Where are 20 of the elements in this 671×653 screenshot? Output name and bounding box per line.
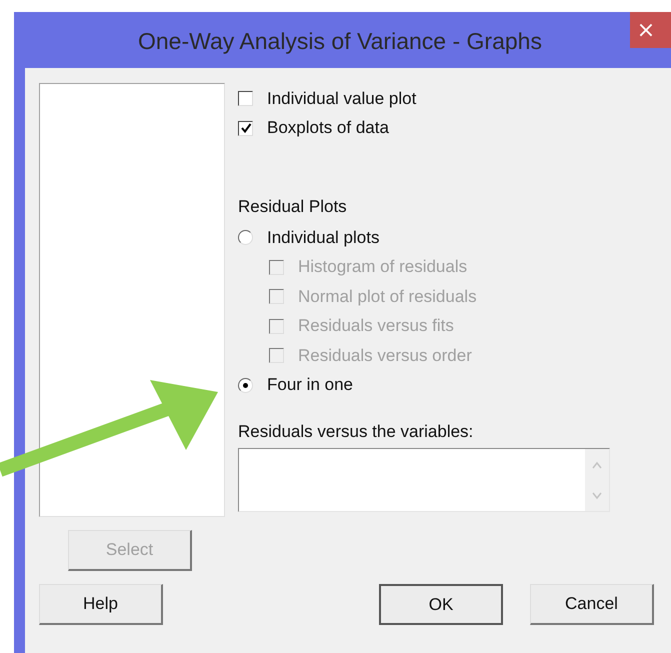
group-label: Residual Plots (238, 197, 348, 218)
radio-label: Individual plots (267, 228, 380, 248)
close-button[interactable]: × (630, 12, 671, 48)
checkbox-label: Boxplots of data (267, 118, 389, 138)
radio-button[interactable] (238, 230, 253, 246)
checkbox-label: Histogram of residuals (298, 257, 468, 278)
checkbox-label: Residuals versus fits (298, 316, 454, 336)
checkbox-label: Normal plot of residuals (298, 286, 477, 307)
dialog-button[interactable]: Help (39, 584, 163, 625)
checkbox[interactable] (238, 120, 253, 136)
radio-label: Four in one (267, 375, 353, 396)
window-title: One-Way Analysis of Variance - Graphs (138, 28, 542, 54)
radio-button[interactable] (238, 378, 253, 393)
dialog-button[interactable]: Cancel (530, 584, 654, 625)
checkbox-label: Residuals versus order (298, 346, 472, 366)
dialog-button[interactable]: OK (379, 584, 503, 625)
field-label: Residuals versus the variables: (238, 422, 474, 442)
checkbox-label: Individual value plot (267, 88, 416, 109)
checkbox[interactable] (238, 91, 253, 106)
variables-input-field[interactable] (238, 448, 610, 512)
